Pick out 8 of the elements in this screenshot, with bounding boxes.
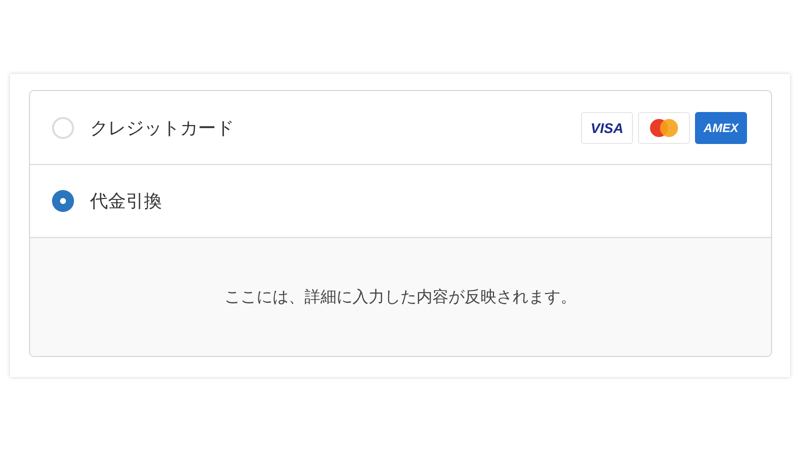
detail-text: ここには、詳細に入力した内容が反映されます。: [224, 286, 576, 308]
visa-logo: VISA: [581, 112, 633, 144]
payment-option-label[interactable]: 代金引換: [90, 189, 162, 213]
mastercard-logo: [638, 112, 690, 144]
radio-button[interactable]: [52, 190, 74, 212]
amex-logo: AMEX: [695, 112, 747, 144]
radio-button[interactable]: [52, 116, 74, 138]
payment-option-label[interactable]: クレジットカード: [90, 116, 234, 140]
